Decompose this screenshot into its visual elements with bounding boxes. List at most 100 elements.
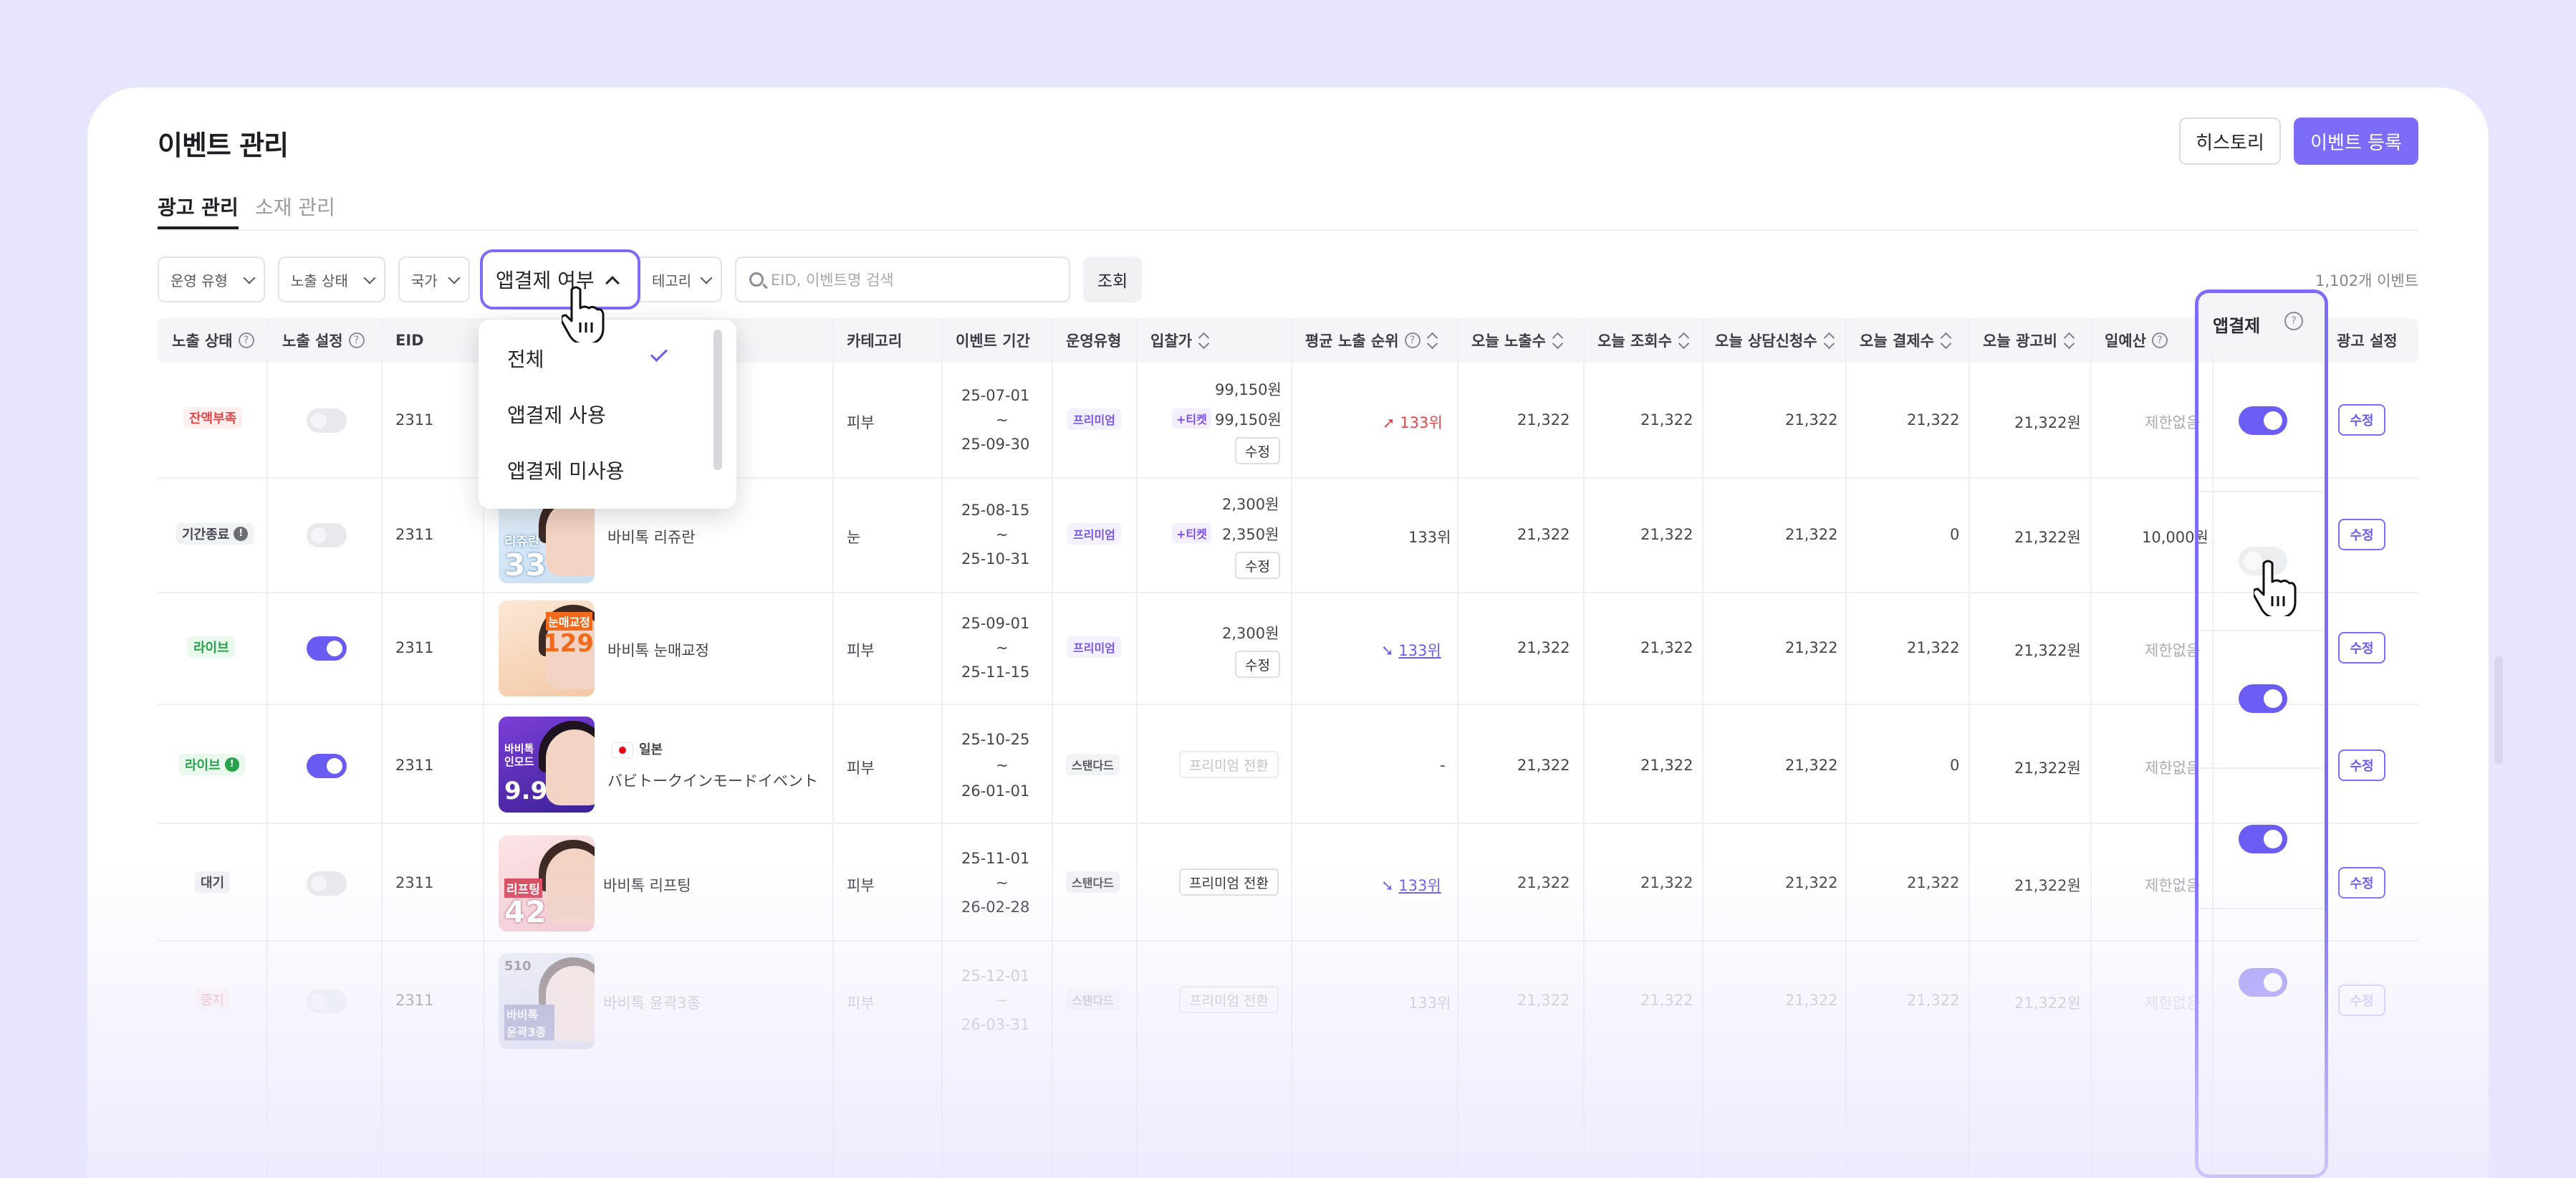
rank-cell: ➘ 133위 (1381, 877, 1441, 894)
event-name[interactable]: バビトークインモードイベント (607, 770, 818, 791)
event-count: 1,102개 이벤트 (2315, 272, 2419, 289)
category-cell: 피부 (847, 995, 875, 1012)
filter-country[interactable]: 국가 (398, 257, 470, 302)
period-end: 26-02-28 (961, 899, 1030, 916)
sort-icon[interactable] (1940, 332, 1951, 348)
cost-cell: 21,322원 (2014, 414, 2081, 431)
ticket-bid-cell: 2,350원 (1222, 526, 1279, 543)
impressions-cell: 21,322 (1517, 526, 1570, 543)
col-today-views[interactable]: 오늘 조회수 (1597, 318, 1689, 363)
bid-cell: 2,300원 (1222, 496, 1279, 513)
status-badge: 대기 (195, 871, 231, 893)
event-name[interactable]: 바비톡 리프팅 (603, 874, 691, 896)
event-name[interactable]: 바비톡 리쥬란 (607, 526, 696, 547)
edit-button[interactable]: 수정 (2338, 519, 2385, 550)
col-bid[interactable]: 입찰가 (1150, 318, 1209, 363)
app-payment-toggle[interactable] (2239, 684, 2287, 713)
col-status: 노출 상태? (172, 318, 254, 363)
period-end: 25-10-31 (961, 550, 1030, 568)
premium-convert-button[interactable]: 프리미엄 전환 (1179, 868, 1279, 896)
premium-convert-button[interactable]: 프리미엄 전환 (1179, 986, 1279, 1013)
event-name[interactable]: 바비톡 윤곽3종 (603, 992, 701, 1013)
category-cell: 피부 (847, 642, 875, 659)
impressions-cell: 21,322 (1517, 874, 1570, 891)
period-end: 26-03-31 (961, 1016, 1030, 1033)
filter-app-payment[interactable]: 앱결제 여부 (480, 249, 640, 310)
sort-icon[interactable] (1426, 332, 1438, 348)
col-avg-rank[interactable]: 평균 노출 순위? (1305, 318, 1438, 363)
filter-operation-type[interactable]: 운영 유형 (158, 257, 265, 302)
app-payment-toggle[interactable] (2239, 406, 2287, 435)
edit-button[interactable]: 수정 (2338, 750, 2385, 781)
edit-button[interactable]: 수정 (2338, 867, 2385, 899)
filter-category[interactable]: 테고리 (635, 257, 722, 302)
check-icon (650, 344, 668, 363)
category-cell: 피부 (847, 760, 875, 777)
dropdown-option-app-payment-used[interactable]: 앱결제 사용 (507, 400, 606, 428)
app-payment-column-header: 앱결제 ? (2198, 293, 2325, 350)
edit-button[interactable]: 수정 (2338, 404, 2385, 436)
filter-exposure-status[interactable]: 노출 상태 (278, 257, 385, 302)
sort-icon[interactable] (2063, 332, 2075, 348)
help-circle-icon[interactable]: ? (238, 332, 254, 348)
dropdown-option-app-payment-unused[interactable]: 앱결제 미사용 (507, 456, 624, 484)
operation-badge: 스탠다드 (1066, 989, 1120, 1010)
exposure-toggle[interactable] (307, 523, 347, 547)
col-today-impressions[interactable]: 오늘 노출수 (1471, 318, 1563, 363)
tab-ad-management[interactable]: 광고 관리 (158, 195, 239, 229)
rank-cell: ➚ 133위 (1383, 414, 1443, 431)
period-tilde: ~ (996, 757, 1009, 774)
sort-icon[interactable] (1198, 332, 1209, 348)
sort-icon[interactable] (1678, 332, 1689, 348)
bid-cell: 2,300원 (1222, 625, 1279, 642)
edit-button[interactable]: 수정 (2338, 985, 2385, 1016)
page-scrollbar[interactable] (2494, 656, 2503, 764)
status-badge: 라이브 (188, 636, 235, 658)
help-circle-icon[interactable]: ? (348, 332, 365, 348)
sort-icon[interactable] (1823, 332, 1835, 348)
help-circle-icon[interactable]: ? (1404, 332, 1421, 348)
exposure-toggle[interactable] (307, 754, 347, 778)
trend-down-icon: ➘ (1381, 877, 1399, 894)
sort-icon[interactable] (1552, 332, 1563, 348)
rank-cell: ➘ 133위 (1381, 642, 1441, 659)
history-button[interactable]: 히스토리 (2179, 118, 2281, 165)
premium-convert-button[interactable]: 프리미엄 전환 (1179, 751, 1279, 778)
help-circle-icon[interactable]: ? (2284, 312, 2303, 330)
app-payment-toggle[interactable] (2239, 968, 2287, 997)
col-today-cost[interactable]: 오늘 광고비 (1983, 318, 2075, 363)
cost-cell: 21,322원 (2014, 642, 2081, 659)
period-tilde: ~ (996, 639, 1009, 656)
exposure-toggle[interactable] (307, 871, 347, 896)
dropdown-option-all[interactable]: 전체 (507, 344, 544, 373)
exposure-toggle[interactable] (307, 989, 347, 1013)
operation-badge: 스탠다드 (1066, 871, 1120, 893)
col-today-consult[interactable]: 오늘 상담신청수 (1715, 318, 1835, 363)
register-event-button[interactable]: 이벤트 등록 (2294, 118, 2418, 165)
operation-badge: 프리미엄 (1067, 636, 1121, 658)
tab-creative-management[interactable]: 소재 관리 (255, 195, 335, 229)
bid-edit-button[interactable]: 수정 (1235, 552, 1280, 579)
bid-edit-button[interactable]: 수정 (1235, 437, 1280, 464)
views-cell: 21,322 (1640, 639, 1693, 656)
bid-edit-button[interactable]: 수정 (1235, 651, 1280, 678)
event-thumbnail: 눈매교정 129 (499, 600, 595, 696)
period-start: 25-11-01 (961, 850, 1030, 867)
exposure-toggle[interactable] (307, 636, 347, 661)
col-eid: EID (395, 332, 424, 349)
status-badge: 기간종료! (176, 523, 254, 545)
help-circle-icon[interactable]: ? (2151, 332, 2168, 348)
eid-cell: 2311 (395, 874, 434, 891)
app-payment-toggle[interactable] (2239, 825, 2287, 853)
col-today-payments[interactable]: 오늘 결제수 (1860, 318, 1951, 363)
exposure-toggle[interactable] (307, 408, 347, 433)
dropdown-scrollbar[interactable] (713, 330, 722, 470)
event-name[interactable]: 바비톡 눈매교정 (607, 639, 709, 661)
consult-cell: 21,322 (1785, 874, 1838, 891)
col-operation: 운영유형 (1066, 332, 1122, 350)
search-input[interactable]: EID, 이벤트명 검색 (735, 257, 1070, 302)
query-button[interactable]: 조회 (1083, 257, 1142, 302)
trend-down-icon: ➘ (1381, 642, 1399, 659)
status-badge: 중지 (195, 989, 231, 1010)
edit-button[interactable]: 수정 (2338, 632, 2385, 664)
